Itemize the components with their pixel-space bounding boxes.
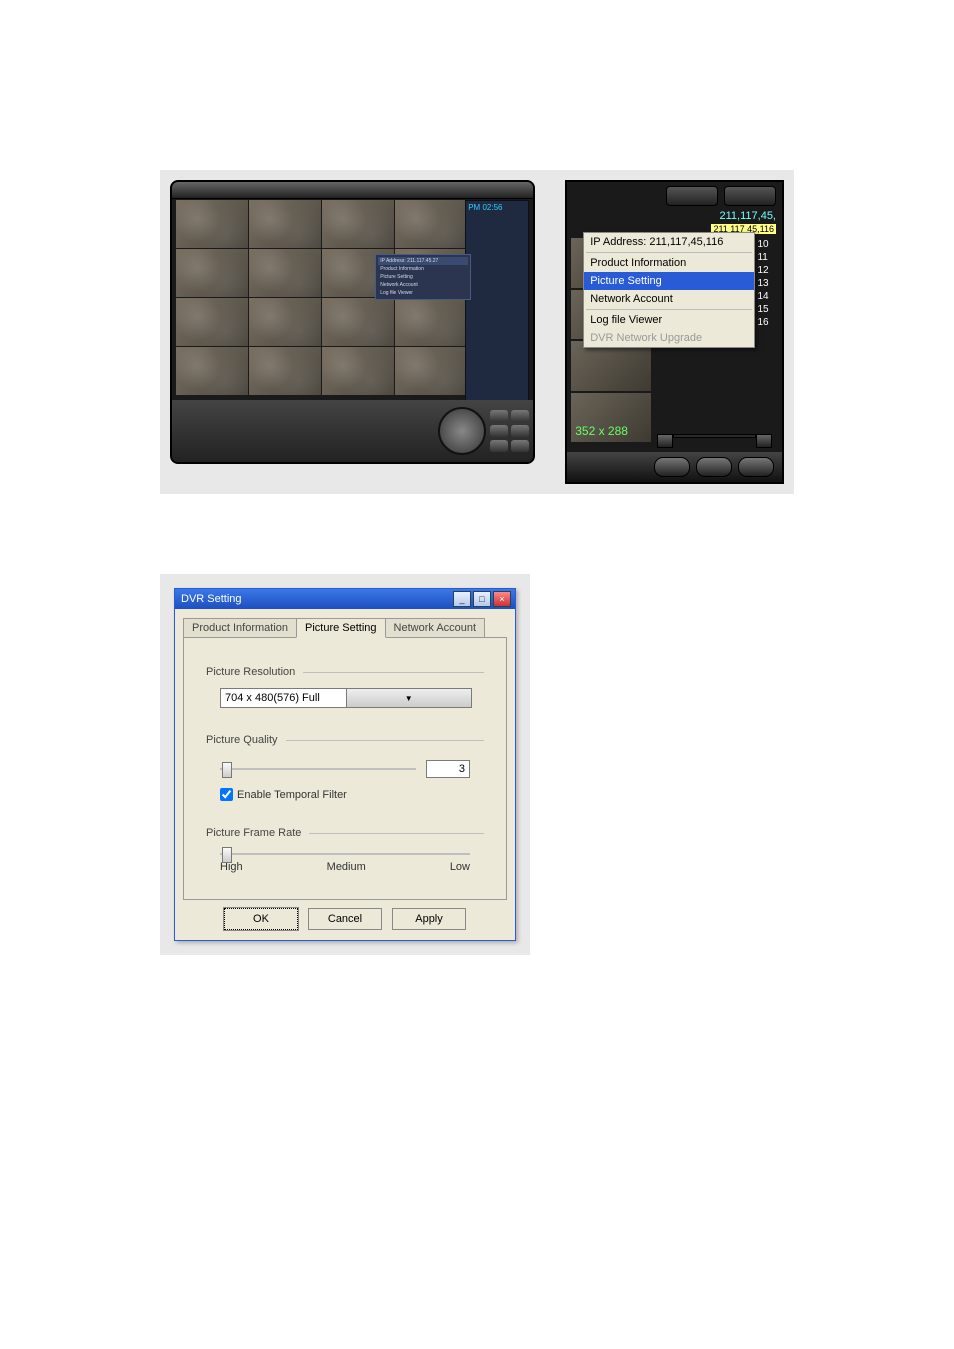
slider-thumb[interactable] — [222, 762, 232, 778]
tab-picture-setting[interactable]: Picture Setting — [296, 618, 386, 638]
resolution-combobox[interactable]: 704 x 480(576) Full ▼ — [220, 688, 472, 708]
context-menu-item[interactable]: Network Account — [378, 281, 468, 289]
footer-button[interactable] — [654, 457, 690, 477]
camera-tile[interactable] — [249, 249, 321, 297]
slider-track[interactable] — [220, 853, 470, 855]
group-picture-frame-rate: Picture Frame Rate High Medium Low — [206, 827, 484, 873]
camera-tile[interactable] — [176, 298, 248, 346]
context-menu-title: IP Address: 211.117.45.27 — [378, 257, 468, 265]
context-menu-item[interactable]: Picture Setting — [378, 273, 468, 281]
camera-tile[interactable] — [322, 298, 394, 346]
camera-tile[interactable] — [395, 347, 467, 395]
dialog-button-row: OK Cancel Apply — [175, 908, 515, 940]
camera-tile[interactable] — [395, 200, 467, 248]
separator — [286, 740, 484, 741]
dvr-context-menu[interactable]: IP Address: 211,117,45,116 Product Infor… — [583, 232, 755, 348]
footer-button[interactable] — [696, 457, 732, 477]
viewer-side-panel: PM 02:56 — [465, 200, 529, 402]
control-button[interactable] — [490, 440, 508, 452]
context-menu-item-dvr-network-upgrade: DVR Network Upgrade — [584, 329, 754, 347]
horizontal-scrollbar[interactable] — [657, 434, 772, 446]
camera-tile[interactable] — [395, 298, 467, 346]
viewer-controls — [172, 400, 533, 462]
quality-value: 3 — [426, 760, 470, 778]
camera-tile[interactable] — [322, 200, 394, 248]
context-menu-item[interactable]: Product Information — [378, 265, 468, 273]
slider-thumb[interactable] — [222, 847, 232, 863]
separator — [303, 672, 484, 673]
dvr-side-panel: 211,117,45, 211 117 45,116 IP Address: 2… — [565, 180, 784, 484]
maximize-button[interactable]: □ — [473, 591, 491, 607]
slider-track[interactable] — [220, 768, 416, 770]
control-button[interactable] — [511, 410, 529, 422]
scroll-track[interactable] — [673, 434, 756, 438]
clock: PM 02:56 — [468, 203, 526, 212]
panel-button[interactable] — [666, 186, 718, 206]
jog-wheel[interactable] — [438, 407, 486, 455]
checkbox-label: Enable Temporal Filter — [237, 789, 347, 801]
frame-rate-slider[interactable] — [220, 853, 470, 855]
scroll-right-button[interactable] — [756, 434, 772, 448]
control-button[interactable] — [490, 410, 508, 422]
scroll-left-button[interactable] — [657, 434, 673, 448]
camera-tile[interactable] — [249, 200, 321, 248]
context-menu-item-product-information[interactable]: Product Information — [584, 254, 754, 272]
context-menu-item[interactable]: Log file Viewer — [378, 289, 468, 297]
dvr-setting-dialog: DVR Setting _ □ × Product Information Pi… — [174, 588, 516, 941]
group-picture-resolution: Picture Resolution 704 x 480(576) Full ▼ — [206, 666, 484, 708]
tab-panel-picture-setting: Picture Resolution 704 x 480(576) Full ▼… — [183, 637, 507, 900]
ip-address-label: 211,117,45, — [720, 210, 776, 222]
viewer-context-menu[interactable]: IP Address: 211.117.45.27 Product Inform… — [375, 254, 471, 300]
control-button[interactable] — [511, 425, 529, 437]
label-picture-quality: Picture Quality — [206, 734, 278, 746]
label-low: Low — [450, 861, 470, 873]
camera-tile[interactable] — [249, 298, 321, 346]
group-picture-quality: Picture Quality 3 Enable Temporal Filter — [206, 734, 484, 801]
footer-button[interactable] — [738, 457, 774, 477]
dialog-title: DVR Setting — [179, 593, 451, 605]
resolution-value: 704 x 480(576) Full — [221, 692, 346, 704]
camera-tile[interactable] — [176, 249, 248, 297]
dvr-viewer-window: PM 02:56 IP Address: 211.117.45.27 Produ… — [170, 180, 535, 464]
control-button[interactable] — [490, 425, 508, 437]
label-medium: Medium — [327, 861, 366, 873]
camera-tile[interactable] — [176, 200, 248, 248]
camera-tile[interactable] — [322, 347, 394, 395]
control-button[interactable] — [511, 440, 529, 452]
minimize-button[interactable]: _ — [453, 591, 471, 607]
enable-temporal-filter-checkbox[interactable]: Enable Temporal Filter — [220, 788, 484, 801]
checkbox-input[interactable] — [220, 788, 233, 801]
tab-strip: Product Information Picture Setting Netw… — [175, 609, 515, 637]
camera-tile[interactable] — [176, 347, 248, 395]
label-picture-resolution: Picture Resolution — [206, 666, 295, 678]
preview-tile[interactable] — [571, 341, 651, 391]
ok-button[interactable]: OK — [224, 908, 298, 930]
apply-button[interactable]: Apply — [392, 908, 466, 930]
dialog-titlebar[interactable]: DVR Setting _ □ × — [175, 589, 515, 609]
label-picture-frame-rate: Picture Frame Rate — [206, 827, 301, 839]
quality-slider[interactable]: 3 — [220, 760, 470, 778]
cancel-button[interactable]: Cancel — [308, 908, 382, 930]
camera-tile[interactable] — [249, 347, 321, 395]
panel-button[interactable] — [724, 186, 776, 206]
tab-product-information[interactable]: Product Information — [183, 618, 297, 638]
context-menu-item-network-account[interactable]: Network Account — [584, 290, 754, 308]
viewer-titlebar — [172, 182, 533, 199]
context-menu-item-log-file-viewer[interactable]: Log file Viewer — [584, 311, 754, 329]
context-menu-item-picture-setting[interactable]: Picture Setting — [584, 272, 754, 290]
tab-network-account[interactable]: Network Account — [385, 618, 486, 638]
separator — [309, 833, 484, 834]
dropdown-arrow-icon[interactable]: ▼ — [346, 689, 472, 707]
context-menu-title: IP Address: 211,117,45,116 — [584, 233, 754, 251]
close-button[interactable]: × — [493, 591, 511, 607]
resolution-label: 352 x 288 — [575, 424, 628, 438]
